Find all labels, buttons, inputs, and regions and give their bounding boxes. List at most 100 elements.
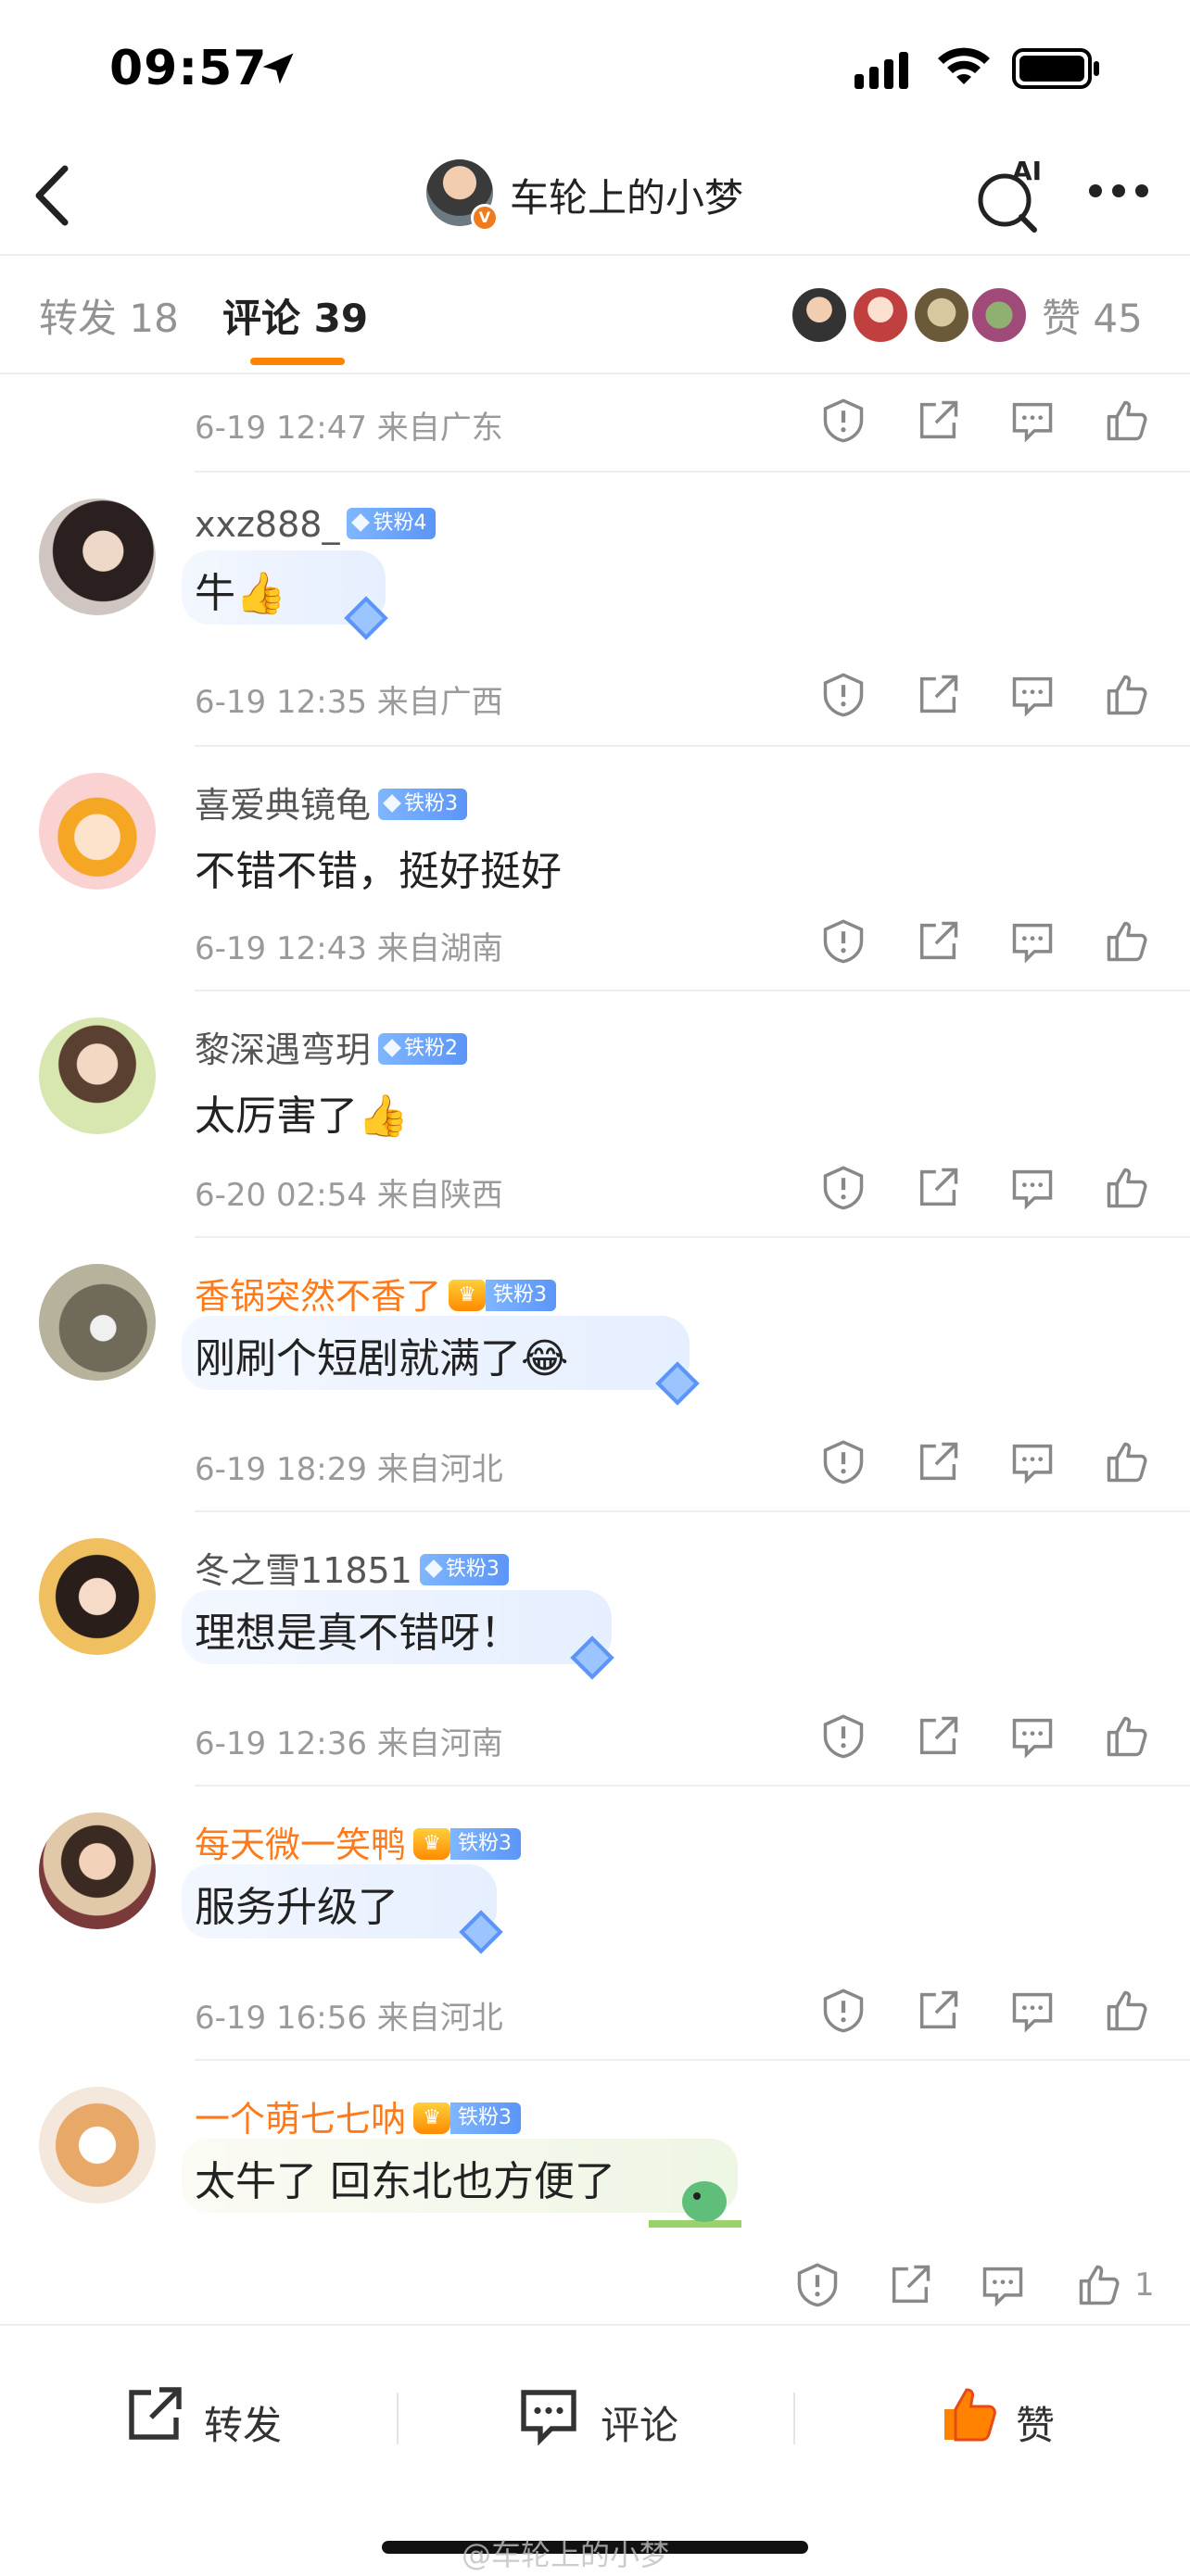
reply-icon[interactable] (1008, 1712, 1057, 1761)
comment-username[interactable]: 香锅突然不香了 ♛ 铁粉3 (195, 1268, 557, 1319)
comment-username[interactable]: 每天微一笑鸭 ♛ 铁粉3 (195, 1816, 522, 1867)
comment-meta: 1 (195, 2261, 1177, 2317)
fan-badge: 铁粉3 (378, 788, 468, 820)
report-icon[interactable] (819, 1438, 867, 1486)
tab-like[interactable]: 赞 45 (1042, 287, 1143, 344)
comment-username[interactable]: 一个萌七七呐 ♛ 铁粉3 (195, 2090, 522, 2141)
like-icon[interactable] (1103, 1987, 1151, 2035)
share-icon[interactable] (886, 2261, 934, 2309)
share-icon[interactable] (914, 1712, 962, 1761)
reply-icon[interactable] (1008, 397, 1057, 445)
like-button[interactable]: 赞 (936, 2381, 1121, 2456)
share-icon[interactable] (914, 671, 962, 719)
wifi-icon (938, 47, 990, 84)
share-icon[interactable] (914, 1438, 962, 1486)
more-icon[interactable] (1086, 180, 1151, 202)
comment-text: 服务升级了 (195, 1884, 399, 1931)
diamond-icon (459, 1910, 503, 1954)
bottom-action-bar: 转发 评论 赞 @车轮上的小梦 (0, 2324, 1190, 2576)
comment-icon (521, 2390, 576, 2446)
comment-text: 太牛了 回东北也方便了 (195, 2158, 615, 2205)
ai-search-button[interactable]: AI (975, 156, 1049, 234)
back-arrow-icon[interactable] (28, 163, 74, 228)
reply-icon[interactable] (979, 2261, 1027, 2309)
reply-icon[interactable] (1008, 917, 1057, 966)
watermark: @车轮上的小梦 (462, 2537, 670, 2572)
report-icon[interactable] (819, 1164, 867, 1212)
comment-meta: 6-19 18:29 来自河北 (195, 1438, 1177, 1494)
dinosaur-sticker-icon (649, 2181, 741, 2228)
crown-icon: ♛ (413, 2102, 451, 2134)
report-icon[interactable] (819, 1987, 867, 2035)
like-icon[interactable] (1103, 671, 1151, 719)
avatar[interactable] (39, 1264, 156, 1381)
comment-username[interactable]: 黎深遇弯玥 铁粉2 (195, 1021, 468, 1072)
like-icon[interactable] (1103, 1712, 1151, 1761)
separator (793, 2393, 795, 2444)
share-icon[interactable] (914, 1987, 962, 2035)
report-icon[interactable] (819, 1712, 867, 1761)
page-title[interactable]: 车轮上的小梦 (510, 167, 743, 223)
reply-icon[interactable] (1008, 671, 1057, 719)
report-icon[interactable] (819, 917, 867, 966)
like-icon[interactable] (1103, 1164, 1151, 1212)
avatar[interactable] (39, 499, 156, 615)
liker-avatar[interactable] (790, 285, 849, 345)
reply-icon[interactable] (1008, 1987, 1057, 2035)
avatar[interactable] (39, 1538, 156, 1655)
avatar[interactable] (39, 1812, 156, 1929)
avatar[interactable] (39, 773, 156, 890)
like-icon[interactable] (1103, 917, 1151, 966)
comment-time-location: 6-19 12:36 来自河南 (195, 1725, 503, 1762)
comment-username[interactable]: 喜爱典镜龟 铁粉3 (195, 777, 468, 827)
liker-avatar[interactable] (851, 285, 910, 345)
comment-text: 太厉害了👍 (195, 1092, 409, 1140)
comment-meta: 6-19 12:35 来自广西 (195, 671, 1177, 726)
report-icon[interactable] (793, 2261, 842, 2309)
comment-time-location: 6-19 12:35 来自广西 (195, 684, 503, 721)
like-icon[interactable] (1103, 1438, 1151, 1486)
comment-label: 评论 (601, 2403, 679, 2448)
reply-icon[interactable] (1008, 1164, 1057, 1212)
comment-meta: 6-19 12:43 来自湖南 (195, 917, 1177, 973)
comment-username[interactable]: 冬之雪11851 铁粉3 (195, 1542, 509, 1593)
comment-username[interactable]: xxz888_ 铁粉4 (195, 504, 437, 545)
active-tab-indicator (250, 358, 345, 365)
status-time: 09:57 (109, 41, 268, 96)
fan-badge: 铁粉3 (450, 1827, 522, 1860)
liker-avatar[interactable] (969, 285, 1029, 345)
share-icon[interactable] (914, 397, 962, 445)
avatar[interactable] (39, 1017, 156, 1134)
comment-divider (195, 745, 1190, 747)
author-avatar[interactable]: V (426, 159, 499, 232)
repost-button[interactable]: 转发 (120, 2381, 306, 2456)
diamond-icon (570, 1635, 614, 1680)
comment-meta: 6-19 12:47 来自广东 (195, 397, 1177, 452)
comment-divider (195, 471, 1190, 473)
diamond-icon (344, 596, 388, 640)
battery-icon (1012, 48, 1099, 89)
liker-avatar[interactable] (912, 285, 971, 345)
fan-badge: 铁粉2 (378, 1032, 468, 1065)
crown-icon: ♛ (413, 1827, 451, 1860)
location-arrow-icon (262, 53, 294, 84)
avatar[interactable] (39, 2087, 156, 2203)
comment-text: 不错不错，挺好挺好 (195, 848, 562, 895)
comment-text: 刚刷个短剧就满了😂 (195, 1335, 569, 1383)
tab-repost[interactable]: 转发 18 (39, 287, 179, 344)
share-icon[interactable] (914, 1164, 962, 1212)
repost-label: 转发 (204, 2403, 283, 2448)
tab-comment[interactable]: 评论 39 (222, 287, 368, 344)
like-icon[interactable] (1075, 2261, 1123, 2309)
like-icon[interactable] (1103, 397, 1151, 445)
comment-time-location: 6-19 12:47 来自广东 (195, 410, 503, 447)
report-icon[interactable] (819, 397, 867, 445)
comment-meta: 6-19 12:36 来自河南 (195, 1712, 1177, 1768)
comment-divider (195, 990, 1190, 991)
comment-divider (195, 1785, 1190, 1787)
report-icon[interactable] (819, 671, 867, 719)
reply-icon[interactable] (1008, 1438, 1057, 1486)
share-icon[interactable] (914, 917, 962, 966)
comment-button[interactable]: 评论 (515, 2381, 701, 2456)
comment-meta: 6-20 02:54 来自陕西 (195, 1164, 1177, 1219)
